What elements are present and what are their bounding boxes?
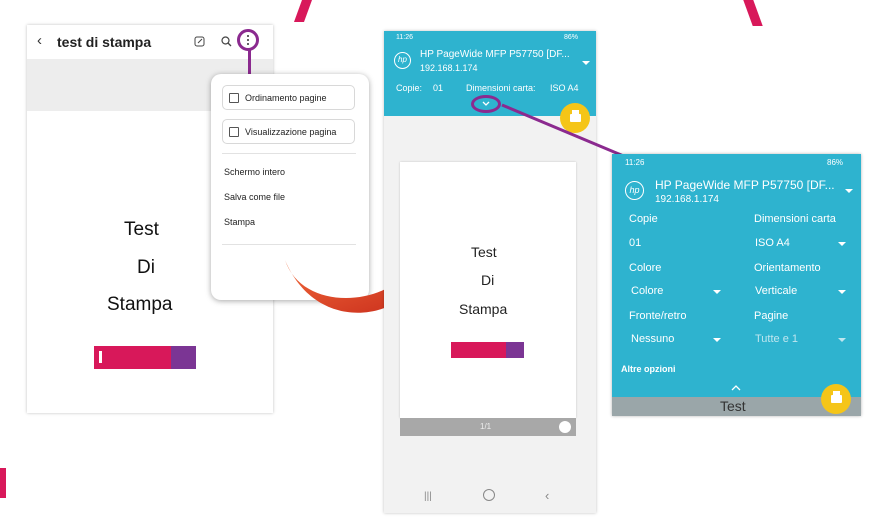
chevron-up-icon[interactable]: [731, 384, 741, 391]
status-battery: 86%: [827, 158, 844, 167]
recents-icon[interactable]: |||: [424, 491, 432, 502]
hp-logo-icon: hp: [394, 52, 411, 69]
copies-value[interactable]: 01: [629, 237, 641, 249]
printer-ip: 192.168.1.174: [655, 194, 719, 205]
status-time: 11:26: [625, 158, 645, 167]
menu-save-as-file[interactable]: Salva come file: [224, 192, 285, 202]
preview-logo-image: [451, 342, 524, 358]
preview-line-3: Stampa: [459, 301, 508, 317]
edit-icon[interactable]: [194, 36, 205, 47]
color-value[interactable]: Colore: [631, 285, 663, 297]
print-options-panel: 11:26 86% hp HP PageWide MFP P57750 [DF.…: [612, 154, 861, 416]
pages-value[interactable]: Tutte e 1: [755, 333, 798, 345]
page-selected-check-icon[interactable]: [559, 421, 571, 433]
peek-text: Test: [720, 398, 746, 414]
page-order-icon: [229, 92, 239, 103]
duplex-label: Fronte/retro: [629, 310, 687, 322]
doc-line-2: Di: [137, 257, 155, 278]
note-title: test di stampa: [57, 34, 152, 50]
hp-logo-icon: hp: [625, 181, 644, 200]
chevron-down-icon: [482, 101, 490, 106]
orientation-label: Orientamento: [754, 262, 821, 274]
menu-page-view[interactable]: Visualizzazione pagina: [222, 119, 355, 144]
copies-value[interactable]: 01: [433, 83, 443, 93]
preview-line-1: Test: [471, 244, 497, 260]
paper-value[interactable]: ISO A4: [755, 237, 790, 249]
menu-divider: [222, 153, 356, 154]
menu-fullscreen[interactable]: Schermo intero: [224, 167, 285, 177]
print-fab-button[interactable]: [821, 384, 851, 414]
connector-line: [248, 50, 251, 74]
printer-dropdown-icon[interactable]: [845, 189, 853, 193]
page-counter-bar: 1/1: [400, 418, 576, 436]
duplex-dropdown-icon[interactable]: [713, 338, 721, 342]
decor-pink-mark: [0, 468, 6, 498]
page-counter: 1/1: [480, 422, 492, 431]
menu-page-order[interactable]: Ordinamento pagine: [222, 85, 355, 110]
doc-line-3: Stampa: [107, 294, 173, 315]
nav-bar: ||| ‹: [384, 483, 596, 513]
orientation-value[interactable]: Verticale: [755, 285, 797, 297]
back-icon[interactable]: ‹: [37, 32, 42, 49]
preview-page: Test Di Stampa: [400, 162, 576, 418]
color-dropdown-icon[interactable]: [713, 290, 721, 294]
orientation-dropdown-icon[interactable]: [838, 290, 846, 294]
notes-header: ‹ test di stampa: [27, 25, 273, 59]
color-label: Colore: [629, 262, 662, 274]
printer-dropdown-icon[interactable]: [582, 61, 590, 65]
status-battery: 86%: [564, 34, 579, 41]
more-options-link[interactable]: Altre opzioni: [621, 364, 676, 374]
doc-line-1: Test: [124, 219, 159, 240]
pages-dropdown-icon[interactable]: [838, 338, 846, 342]
decor-pink-mark: [743, 0, 763, 26]
preview-line-2: Di: [481, 272, 495, 288]
logo-image: [94, 346, 196, 369]
connector-line: [501, 103, 627, 159]
printer-name[interactable]: HP PageWide MFP P57750 [DF...: [420, 49, 570, 60]
page-view-icon: [229, 126, 239, 137]
paper-label: Dimensioni carta:: [466, 83, 536, 93]
more-vert-icon[interactable]: [237, 29, 259, 51]
duplex-value[interactable]: Nessuno: [631, 333, 674, 345]
expand-options-button[interactable]: [471, 95, 501, 113]
paper-value[interactable]: ISO A4: [550, 83, 579, 93]
search-icon[interactable]: [221, 36, 232, 47]
menu-print[interactable]: Stampa: [224, 217, 255, 227]
status-time: 11:26: [396, 34, 413, 41]
paper-dropdown-icon[interactable]: [838, 242, 846, 246]
printer-name[interactable]: HP PageWide MFP P57750 [DF...: [655, 178, 835, 192]
home-icon[interactable]: [483, 489, 495, 501]
printer-icon: [830, 391, 842, 403]
nav-back-icon[interactable]: ‹: [545, 488, 549, 503]
printer-ip: 192.168.1.174: [420, 63, 478, 73]
copies-label: Copie: [629, 213, 658, 225]
copies-label: Copie:: [396, 83, 423, 93]
decor-pink-mark: [293, 0, 313, 22]
pages-label: Pagine: [754, 310, 789, 322]
paper-label: Dimensioni carta: [754, 213, 836, 225]
